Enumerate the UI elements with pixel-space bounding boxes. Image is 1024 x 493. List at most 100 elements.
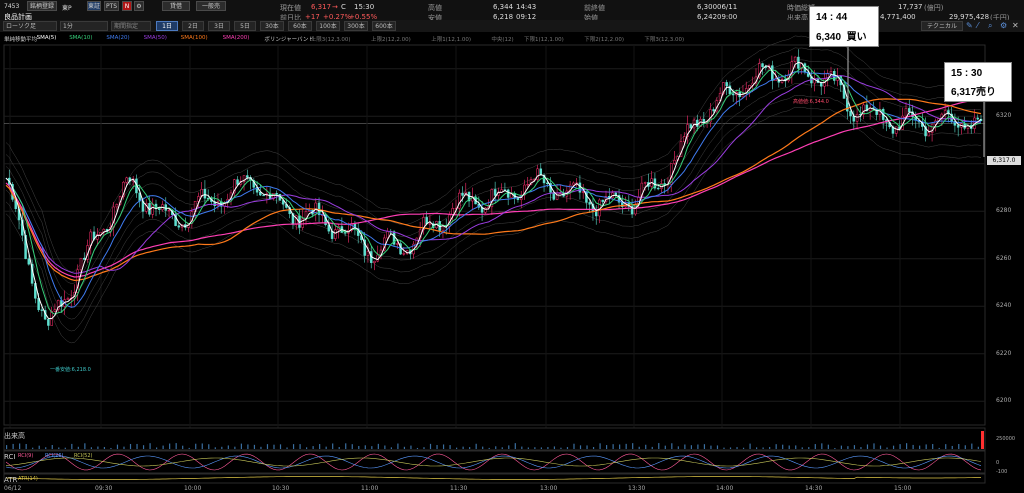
candle-body (761, 63, 764, 68)
buy-callout-time: 14 : 44 (816, 12, 848, 23)
volume-bar (508, 445, 510, 449)
volume-bar (501, 447, 503, 449)
volume-bar (429, 443, 432, 449)
candle-body (855, 113, 859, 122)
volume-bar (149, 443, 151, 449)
volume-bar (964, 445, 966, 449)
volume-bar (495, 446, 497, 449)
volume-bar (397, 443, 399, 449)
candle-body (167, 209, 171, 212)
volume-bar (338, 447, 340, 449)
volume-bar (116, 444, 119, 449)
volume-bar (45, 447, 47, 449)
volume-bar (638, 446, 640, 449)
volume-bar (534, 447, 536, 449)
candle-body (506, 189, 510, 198)
x-tick-label: 14:30 (805, 485, 823, 492)
buy-callout: 14 : 44 6,340 買い (809, 6, 879, 47)
volume-bar (971, 443, 973, 449)
volume-bar (377, 443, 379, 449)
volume-bar (390, 447, 392, 449)
y-tick-label: 6240 (996, 302, 1012, 310)
price-chart[interactable] (0, 0, 1024, 493)
volume-bar (586, 445, 588, 449)
candle-body (373, 260, 376, 263)
volume-bar (775, 444, 777, 449)
volume-bar (364, 445, 366, 449)
volume-bar (658, 443, 660, 449)
volume-bar (358, 445, 360, 449)
volume-bar (795, 445, 797, 449)
volume-bar (292, 444, 295, 449)
volume-bar (919, 445, 921, 449)
volume-bar (821, 443, 823, 449)
volume-bar (625, 443, 627, 449)
volume-bar (371, 446, 373, 449)
rci-tick-min: -100 (996, 469, 1008, 475)
candle-body (275, 193, 278, 195)
rci-pane-label: RCI (4, 453, 16, 461)
volume-bar (423, 447, 425, 449)
candle-body (386, 231, 389, 239)
rci-series-1: RCI(9) (18, 453, 34, 459)
candle-body (516, 198, 520, 200)
candle-body (643, 182, 647, 184)
volume-bar (299, 444, 301, 449)
volume-bar (182, 445, 184, 449)
candle-body (594, 211, 598, 217)
candle-body (656, 187, 660, 190)
volume-bar (456, 447, 458, 449)
volume-bar (866, 444, 869, 449)
candle-body (829, 71, 833, 74)
candle-body (683, 136, 686, 142)
volume-bar (227, 445, 229, 449)
volume-bar (560, 447, 562, 449)
candle-body (53, 309, 57, 312)
volume-bar (84, 443, 86, 449)
candle-body (908, 108, 911, 113)
volume-bar (332, 443, 334, 449)
candle-body (904, 108, 908, 117)
volume-bar (782, 444, 784, 449)
volume-bar (677, 446, 679, 449)
candle-body (246, 175, 249, 178)
candle-body (461, 192, 464, 196)
candle-body (927, 132, 931, 137)
low-marker: 一番安値:6,218.0 (50, 367, 91, 373)
volume-bar (847, 446, 849, 449)
volume-bar (690, 445, 692, 449)
volume-bar (723, 447, 725, 449)
volume-bar (156, 447, 158, 449)
volume-bar (892, 445, 895, 449)
volume-bar (234, 446, 236, 449)
volume-bar (12, 443, 14, 449)
volume-bar (279, 444, 282, 449)
volume-bar (612, 444, 614, 449)
y-tick-label: 6220 (996, 349, 1012, 357)
volume-bar (208, 444, 210, 449)
candle-body (203, 189, 207, 199)
volume-bar (449, 445, 451, 449)
volume-bar (671, 443, 673, 449)
candle-body (894, 126, 898, 134)
x-tick-label: 13:30 (628, 485, 646, 492)
atr-series: ATR(14) (18, 476, 38, 482)
volume-bar (736, 447, 738, 449)
volume-bar (345, 443, 347, 449)
volume-bar (886, 447, 888, 449)
volume-bar (945, 444, 947, 449)
x-tick-label: 11:00 (361, 485, 379, 492)
volume-bar (77, 446, 79, 449)
volume-bar (201, 443, 203, 449)
x-tick-label: 13:00 (540, 485, 558, 492)
volume-bar (129, 443, 132, 449)
volume-bar (553, 446, 556, 449)
volume-bar (912, 444, 914, 449)
volume-bar (403, 446, 406, 449)
volume-bar (684, 444, 686, 449)
volume-bar (351, 444, 353, 449)
sell-callout-time: 15 : 30 (951, 68, 983, 79)
volume-bar (32, 447, 34, 449)
buy-callout-action: 買い (846, 32, 867, 43)
volume-bar (716, 445, 719, 449)
